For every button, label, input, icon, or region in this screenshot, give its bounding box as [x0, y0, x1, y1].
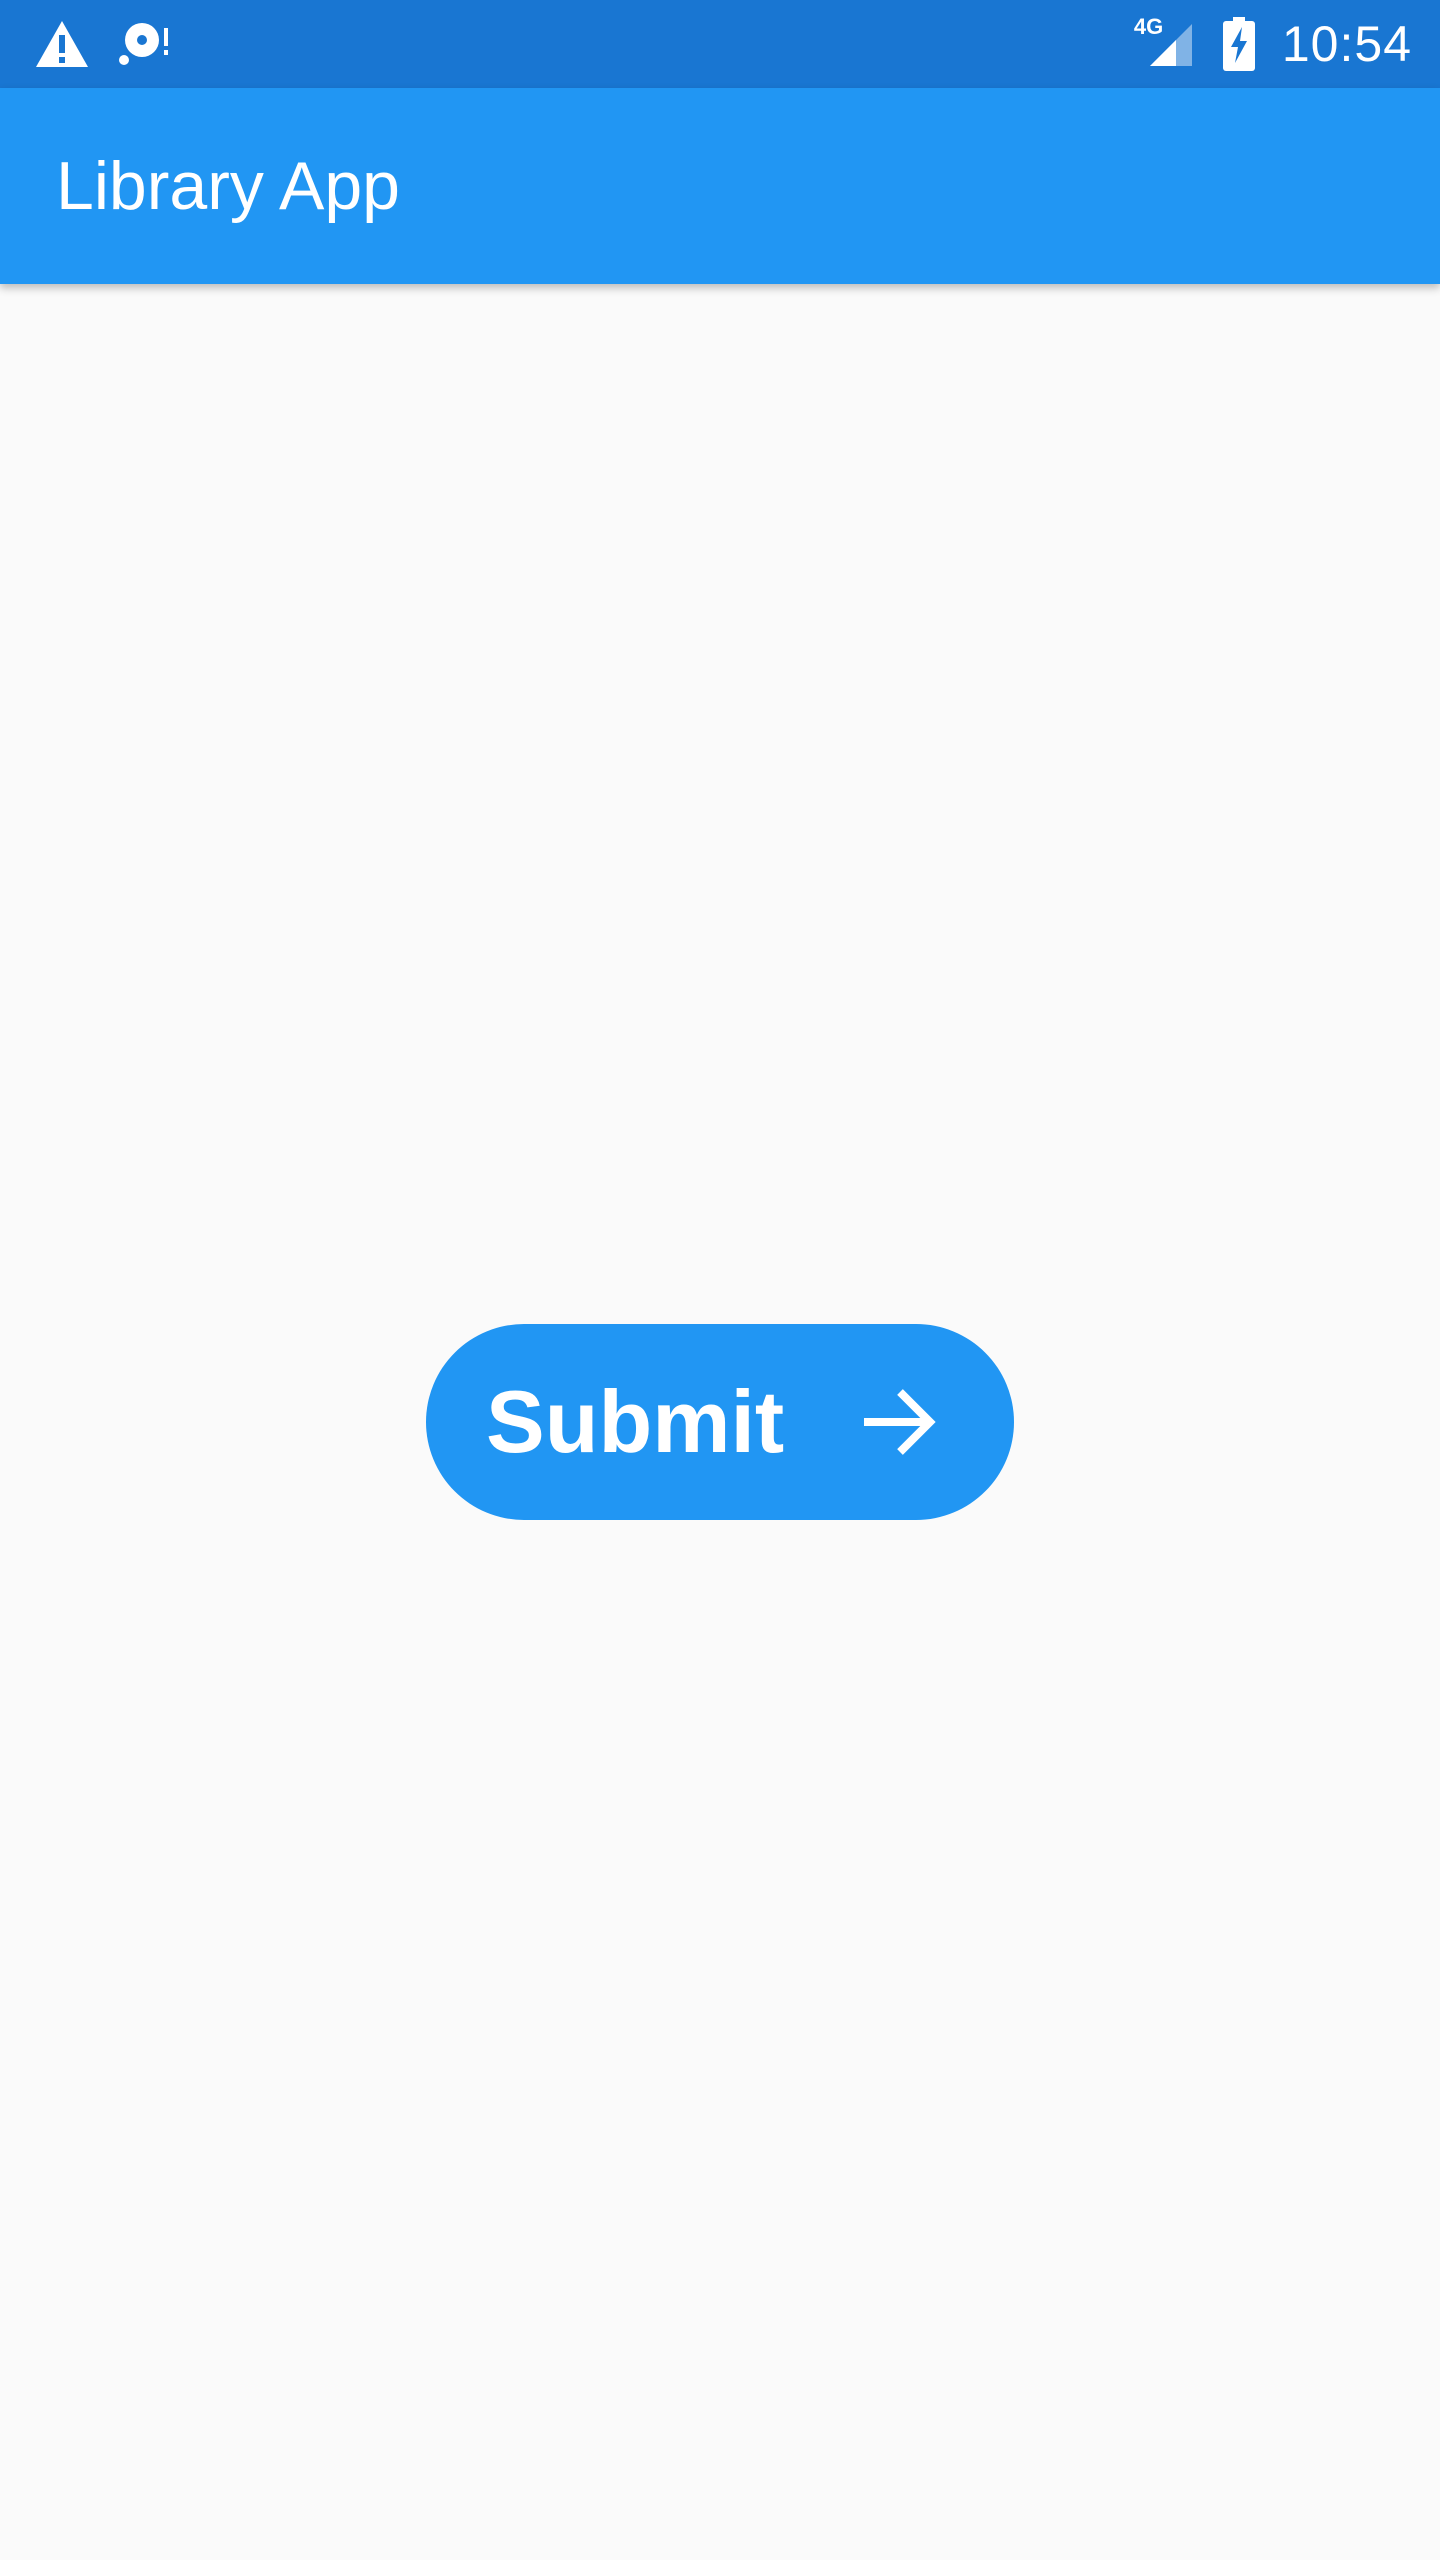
main-content: Submit: [0, 284, 1440, 2560]
app-bar: Library App: [0, 88, 1440, 284]
status-time: 10:54: [1281, 16, 1412, 72]
arrow-forward-icon: [860, 1384, 936, 1460]
network-type-label: 4G: [1133, 14, 1164, 39]
battery-charging-icon: [1222, 17, 1256, 71]
warning-icon: [34, 19, 90, 69]
app-title: Library App: [56, 148, 400, 224]
status-bar-left: [34, 0, 174, 88]
submit-label: Submit: [486, 1372, 785, 1471]
status-bar: 4G 10:54: [0, 0, 1440, 88]
signal-icon: 4G: [1134, 16, 1196, 72]
status-bar-right: 4G 10:54: [1134, 0, 1412, 88]
submit-button[interactable]: Submit: [426, 1324, 1014, 1520]
sd-card-alert-icon: [118, 20, 174, 68]
